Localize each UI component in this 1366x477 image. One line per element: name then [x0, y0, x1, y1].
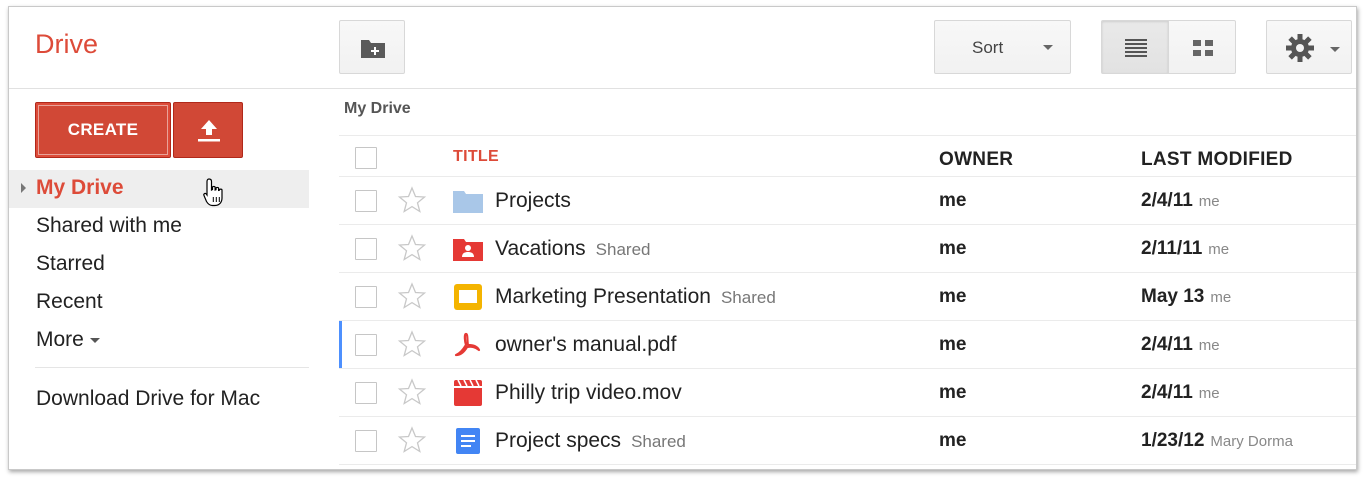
drive-window: Drive Sort CREATE My Drive Shared with m… [8, 6, 1357, 470]
file-name[interactable]: Project specs Shared [495, 429, 686, 453]
file-last-modified: May 13 me [1141, 286, 1232, 307]
expand-arrow-icon[interactable] [21, 183, 26, 193]
top-bar: Drive Sort [9, 7, 1356, 89]
table-row[interactable]: Vacations Shared me 2/11/11 me [339, 225, 1356, 273]
table-row[interactable]: Philly trip video.mov me 2/4/11 me [339, 369, 1356, 417]
folder-plus-icon [361, 40, 385, 58]
create-button[interactable]: CREATE [35, 102, 171, 158]
file-name[interactable]: Marketing Presentation Shared [495, 285, 776, 309]
shared-label: Shared [595, 240, 651, 259]
file-owner: me [939, 334, 967, 355]
sidebar-item-starred[interactable]: Starred [9, 246, 309, 284]
sidebar-item-shared-with-me[interactable]: Shared with me [9, 208, 309, 246]
file-last-modified: 2/11/11 me [1141, 238, 1230, 259]
table-row[interactable]: Marketing Presentation Shared me May 13 me [339, 273, 1356, 321]
column-header-last-modified[interactable]: LAST MODIFIED [1141, 149, 1293, 171]
file-owner: me [939, 190, 967, 211]
star-icon[interactable] [397, 329, 427, 359]
upload-icon [198, 120, 220, 142]
file-last-modified: 2/4/11 me [1141, 334, 1220, 355]
upload-button[interactable] [173, 102, 243, 158]
sort-label: Sort [972, 38, 1004, 57]
pdf-icon [454, 332, 481, 357]
gear-icon [1286, 34, 1314, 62]
sidebar-item-label: Shared with me [36, 214, 182, 237]
file-name[interactable]: Philly trip video.mov [495, 381, 692, 405]
sidebar-item-my-drive[interactable]: My Drive [9, 170, 309, 208]
settings-button[interactable] [1266, 20, 1352, 74]
grid-view-button[interactable] [1168, 20, 1236, 74]
column-header-title[interactable]: TITLE [453, 148, 499, 166]
document-icon [456, 428, 480, 454]
chevron-down-icon [89, 337, 100, 343]
hand-cursor-icon [203, 178, 223, 207]
shared-label: Shared [631, 432, 686, 451]
file-owner: me [939, 286, 967, 307]
grid-view-icon [1193, 40, 1213, 56]
star-icon[interactable] [397, 233, 427, 263]
row-checkbox[interactable] [355, 190, 377, 212]
presentation-icon [454, 284, 482, 310]
file-name[interactable]: Vacations Shared [495, 237, 651, 261]
row-checkbox[interactable] [355, 238, 377, 260]
select-all-checkbox[interactable] [355, 147, 377, 169]
file-name[interactable]: owner's manual.pdf [495, 333, 686, 357]
table-row[interactable]: owner's manual.pdf me 2/4/11 me [339, 321, 1356, 369]
folder-icon [453, 191, 483, 213]
shared-label: Shared [720, 288, 776, 307]
list-view-icon [1125, 39, 1147, 57]
file-last-modified: 2/4/11 me [1141, 382, 1220, 403]
sidebar-item-more[interactable]: More [9, 322, 309, 360]
table-row[interactable]: Project specs Shared me 1/23/12 Mary Dorma [339, 417, 1356, 465]
file-name[interactable]: Projects [495, 189, 581, 213]
file-last-modified: 2/4/11 me [1141, 190, 1220, 211]
chevron-down-icon [1043, 45, 1053, 50]
file-last-modified: 1/23/12 Mary Dorma [1141, 430, 1293, 451]
file-owner: me [939, 382, 967, 403]
sidebar-item-label: My Drive [36, 176, 124, 199]
sidebar-item-label: More [36, 328, 84, 351]
file-owner: me [939, 430, 967, 451]
column-header-owner[interactable]: OWNER [939, 149, 1013, 171]
breadcrumb[interactable]: My Drive [344, 100, 411, 118]
shared-folder-icon [453, 239, 483, 261]
list-view-button[interactable] [1101, 20, 1169, 74]
row-checkbox[interactable] [355, 334, 377, 356]
video-icon [454, 380, 482, 406]
download-drive-link[interactable]: Download Drive for Mac [36, 387, 260, 411]
star-icon[interactable] [397, 377, 427, 407]
row-checkbox[interactable] [355, 286, 377, 308]
star-icon[interactable] [397, 425, 427, 455]
sidebar-nav: My Drive Shared with me Starred Recent M… [9, 170, 309, 360]
app-logo[interactable]: Drive [35, 29, 98, 60]
sidebar-item-recent[interactable]: Recent [9, 284, 309, 322]
new-folder-button[interactable] [339, 20, 405, 74]
table-row[interactable]: Projects me 2/4/11 me [339, 177, 1356, 225]
chevron-down-icon [1330, 47, 1340, 52]
star-icon[interactable] [397, 281, 427, 311]
row-checkbox[interactable] [355, 382, 377, 404]
sort-button[interactable]: Sort [934, 20, 1071, 74]
sidebar-item-label: Starred [36, 252, 105, 275]
row-checkbox[interactable] [355, 430, 377, 452]
star-icon[interactable] [397, 185, 427, 215]
divider [35, 367, 309, 368]
sidebar-item-label: Recent [36, 290, 103, 313]
file-owner: me [939, 238, 967, 259]
file-list: TITLE OWNER LAST MODIFIED Projects me 2/… [339, 135, 1356, 465]
file-list-header: TITLE OWNER LAST MODIFIED [339, 135, 1356, 177]
